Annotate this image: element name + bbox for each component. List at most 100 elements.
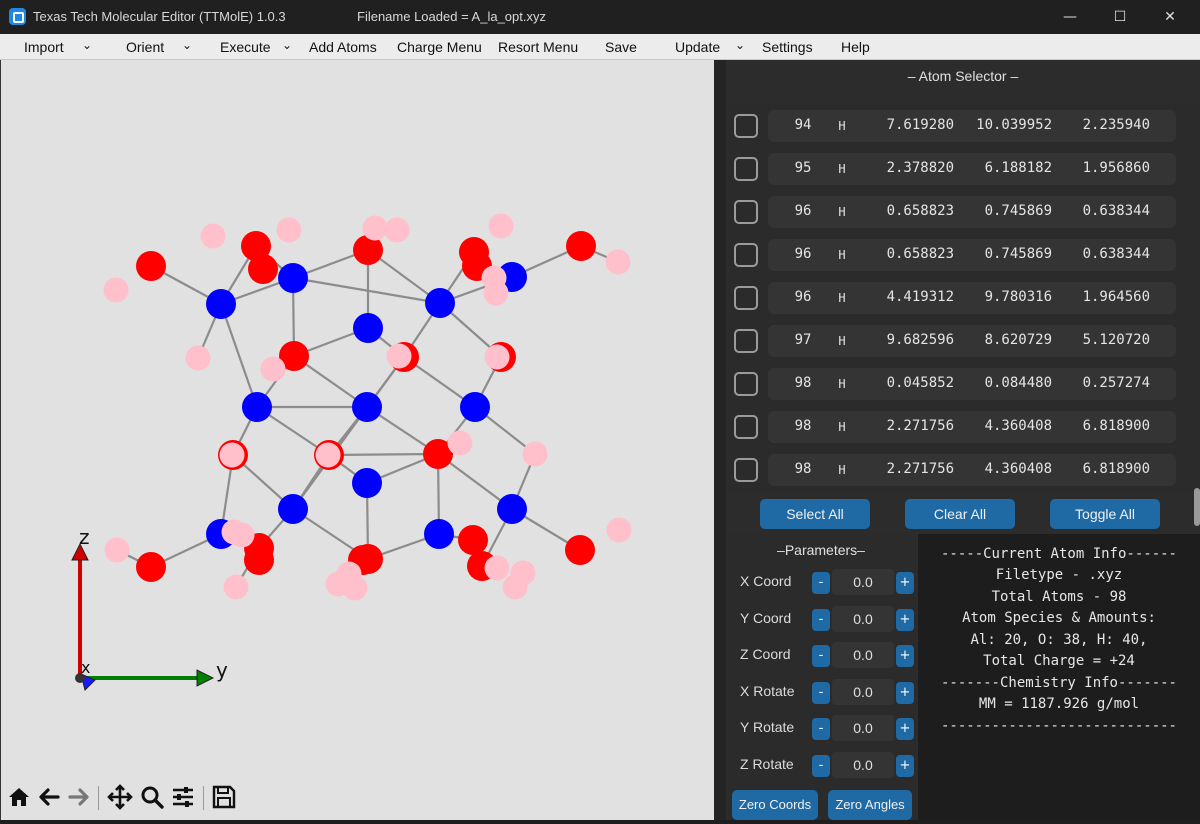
decrement-button[interactable]: - (812, 755, 830, 777)
maximize-button[interactable]: ☐ (1096, 0, 1144, 34)
atom-row[interactable]: 94 H 7.619280 10.039952 2.235940 (734, 106, 1184, 146)
hydrogen-atom[interactable] (488, 213, 514, 239)
menu-save[interactable]: Save (605, 39, 637, 55)
zoom-icon[interactable] (139, 784, 165, 810)
oxygen-atom[interactable] (244, 545, 274, 575)
hydrogen-atom[interactable] (260, 356, 286, 382)
hydrogen-atom[interactable] (315, 442, 341, 468)
atom-checkbox[interactable] (734, 329, 758, 353)
chevron-down-icon[interactable]: ⌄ (282, 38, 292, 52)
zero-coords-button[interactable]: Zero Coords (732, 790, 818, 820)
pan-icon[interactable] (107, 784, 133, 810)
toggle-all-button[interactable]: Toggle All (1050, 499, 1160, 529)
hydrogen-atom[interactable] (342, 575, 368, 601)
atom-checkbox[interactable] (734, 243, 758, 267)
hydrogen-atom[interactable] (502, 574, 528, 600)
zero-angles-button[interactable]: Zero Angles (828, 790, 912, 820)
decrement-button[interactable]: - (812, 609, 830, 631)
oxygen-atom[interactable] (458, 525, 488, 555)
menu-help[interactable]: Help (841, 39, 870, 55)
atom-row[interactable]: 98 H 2.271756 4.360408 6.818900 (734, 407, 1184, 447)
hydrogen-atom[interactable] (185, 345, 211, 371)
hydrogen-atom[interactable] (386, 343, 412, 369)
save-figure-icon[interactable] (211, 784, 237, 810)
aluminum-atom[interactable] (352, 392, 382, 422)
chevron-down-icon[interactable]: ⌄ (735, 38, 745, 52)
hydrogen-atom[interactable] (362, 215, 388, 241)
atom-row[interactable]: 96 H 0.658823 0.745869 0.638344 (734, 235, 1184, 275)
aluminum-atom[interactable] (425, 288, 455, 318)
increment-button[interactable]: + (896, 718, 914, 740)
menu-update[interactable]: Update (675, 39, 720, 55)
param-value-field[interactable]: 0.0 (832, 642, 894, 668)
menu-import[interactable]: Import (24, 39, 64, 55)
hydrogen-atom[interactable] (384, 217, 410, 243)
atom-list[interactable]: 94 H 7.619280 10.039952 2.235940 95 H 2.… (726, 104, 1200, 526)
aluminum-atom[interactable] (497, 494, 527, 524)
close-button[interactable]: ✕ (1146, 0, 1194, 34)
chevron-down-icon[interactable]: ⌄ (182, 38, 192, 52)
hydrogen-atom[interactable] (223, 574, 249, 600)
decrement-button[interactable]: - (812, 718, 830, 740)
atom-checkbox[interactable] (734, 458, 758, 482)
hydrogen-atom[interactable] (276, 217, 302, 243)
increment-button[interactable]: + (896, 682, 914, 704)
minimize-button[interactable]: — (1046, 0, 1094, 34)
atom-row[interactable]: 96 H 4.419312 9.780316 1.964560 (734, 278, 1184, 318)
home-icon[interactable] (6, 784, 32, 810)
molecule-viewport[interactable]: z y x (0, 60, 714, 820)
aluminum-atom[interactable] (206, 289, 236, 319)
decrement-button[interactable]: - (812, 645, 830, 667)
atom-row[interactable]: 95 H 2.378820 6.188182 1.956860 (734, 149, 1184, 189)
aluminum-atom[interactable] (278, 263, 308, 293)
hydrogen-atom[interactable] (606, 517, 632, 543)
atom-row[interactable]: 98 H 0.045852 0.084480 0.257274 (734, 364, 1184, 404)
hydrogen-atom[interactable] (605, 249, 631, 275)
hydrogen-atom[interactable] (103, 277, 129, 303)
atom-checkbox[interactable] (734, 372, 758, 396)
menu-add-atoms[interactable]: Add Atoms (309, 39, 377, 55)
param-value-field[interactable]: 0.0 (832, 606, 894, 632)
hydrogen-atom[interactable] (219, 442, 245, 468)
menu-orient[interactable]: Orient (126, 39, 164, 55)
atom-list-scrollbar[interactable] (1194, 488, 1200, 526)
oxygen-atom[interactable] (566, 231, 596, 261)
atom-checkbox[interactable] (734, 200, 758, 224)
increment-button[interactable]: + (896, 645, 914, 667)
aluminum-atom[interactable] (460, 392, 490, 422)
atom-checkbox[interactable] (734, 415, 758, 439)
forward-arrow-icon[interactable] (66, 784, 92, 810)
aluminum-atom[interactable] (352, 468, 382, 498)
atom-checkbox[interactable] (734, 114, 758, 138)
atom-row[interactable]: 97 H 9.682596 8.620729 5.120720 (734, 321, 1184, 361)
atom-row[interactable]: 96 H 0.658823 0.745869 0.638344 (734, 192, 1184, 232)
molecule-canvas[interactable]: z y x (1, 60, 715, 774)
oxygen-atom[interactable] (565, 535, 595, 565)
hydrogen-atom[interactable] (447, 430, 473, 456)
decrement-button[interactable]: - (812, 682, 830, 704)
aluminum-atom[interactable] (353, 313, 383, 343)
chevron-down-icon[interactable]: ⌄ (82, 38, 92, 52)
atom-checkbox[interactable] (734, 157, 758, 181)
menu-settings[interactable]: Settings (762, 39, 813, 55)
atom-row[interactable]: 98 H 2.271756 4.360408 6.818900 (734, 450, 1184, 490)
hydrogen-atom[interactable] (229, 522, 255, 548)
aluminum-atom[interactable] (278, 494, 308, 524)
menu-resort-menu[interactable]: Resort Menu (498, 39, 578, 55)
back-arrow-icon[interactable] (36, 784, 62, 810)
oxygen-atom[interactable] (136, 552, 166, 582)
oxygen-atom[interactable] (248, 254, 278, 284)
increment-button[interactable]: + (896, 572, 914, 594)
select-all-button[interactable]: Select All (760, 499, 870, 529)
atom-checkbox[interactable] (734, 286, 758, 310)
aluminum-atom[interactable] (424, 519, 454, 549)
hydrogen-atom[interactable] (484, 555, 510, 581)
hydrogen-atom[interactable] (483, 280, 509, 306)
menu-charge-menu[interactable]: Charge Menu (397, 39, 482, 55)
hydrogen-atom[interactable] (200, 223, 226, 249)
param-value-field[interactable]: 0.0 (832, 752, 894, 778)
aluminum-atom[interactable] (242, 392, 272, 422)
clear-all-button[interactable]: Clear All (905, 499, 1015, 529)
oxygen-atom[interactable] (136, 251, 166, 281)
hydrogen-atom[interactable] (104, 537, 130, 563)
